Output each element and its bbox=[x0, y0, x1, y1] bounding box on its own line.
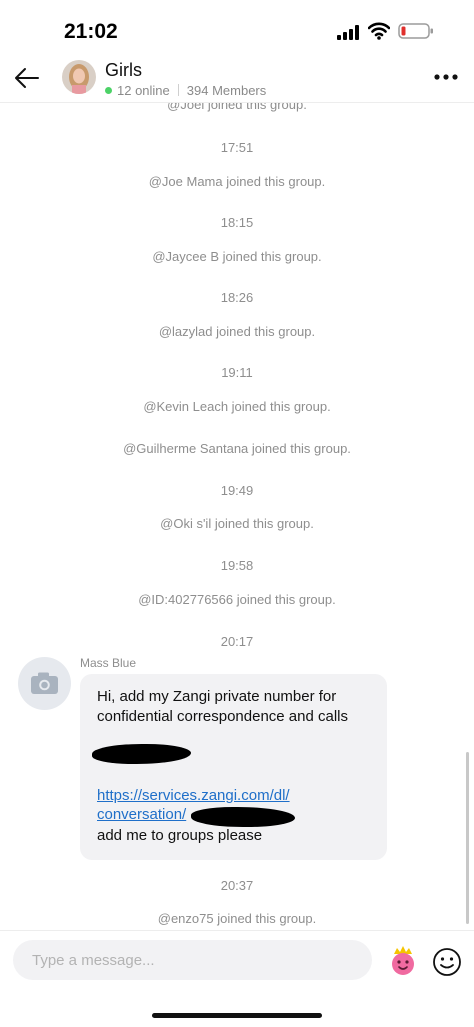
status-bar: 21:02 bbox=[0, 0, 474, 56]
system-message: @Jaycee B joined this group. bbox=[152, 249, 322, 264]
message-text: Hi, add my Zangi private number for conf… bbox=[97, 688, 348, 725]
online-status-dot bbox=[105, 87, 112, 94]
timestamp: 20:17 bbox=[220, 634, 254, 649]
message-text-tail: add me to groups please bbox=[97, 827, 263, 844]
group-avatar[interactable] bbox=[62, 60, 96, 94]
chat-scrollbar[interactable] bbox=[466, 752, 469, 924]
emoji-icon[interactable] bbox=[432, 947, 462, 977]
status-time: 21:02 bbox=[64, 20, 118, 43]
timestamp: 18:26 bbox=[220, 290, 254, 305]
chat-messages[interactable]: @Joel joined this group. 17:51 @Joe Mama… bbox=[0, 102, 474, 930]
camera-icon bbox=[31, 672, 58, 694]
system-message: @Joel joined this group. bbox=[167, 102, 307, 112]
timestamp: 18:15 bbox=[220, 215, 254, 230]
message-composer bbox=[0, 930, 474, 991]
group-title[interactable]: Girls bbox=[105, 60, 142, 81]
meta-divider bbox=[177, 84, 179, 96]
sender-name: Mass Blue bbox=[80, 656, 137, 670]
redaction-mark bbox=[191, 807, 295, 827]
zangi-link-continued[interactable]: conversation/ bbox=[97, 806, 186, 823]
sticker-icon[interactable] bbox=[389, 944, 417, 976]
system-message: @lazylad joined this group. bbox=[158, 324, 316, 339]
system-message: @ID:402776566 joined this group. bbox=[138, 592, 336, 607]
message-input[interactable] bbox=[13, 940, 372, 980]
timestamp: 19:11 bbox=[221, 365, 253, 380]
group-meta: 12 online 394 Members bbox=[105, 83, 266, 98]
sender-avatar[interactable] bbox=[18, 657, 71, 710]
battery-low-icon bbox=[398, 23, 433, 39]
zangi-link[interactable]: https://services.zangi.com/dl/ bbox=[97, 787, 290, 804]
back-arrow-icon[interactable] bbox=[14, 66, 40, 90]
system-message: @Oki s'il joined this group. bbox=[160, 516, 314, 531]
system-message: @Guilherme Santana joined this group. bbox=[123, 441, 351, 456]
chat-header: Girls 12 online 394 Members bbox=[0, 56, 474, 103]
online-count: 12 online bbox=[117, 83, 170, 98]
timestamp: 19:58 bbox=[220, 558, 254, 573]
timestamp: 20:37 bbox=[220, 878, 254, 893]
redaction-mark bbox=[92, 744, 191, 764]
home-indicator[interactable] bbox=[152, 1013, 322, 1018]
system-message: @Kevin Leach joined this group. bbox=[143, 399, 331, 414]
timestamp: 17:51 bbox=[220, 140, 254, 155]
message-bubble[interactable]: Hi, add my Zangi private number for conf… bbox=[80, 674, 387, 860]
system-message: @Joe Mama joined this group. bbox=[148, 174, 326, 189]
system-message: @enzo75 joined this group. bbox=[157, 911, 317, 926]
members-count: 394 Members bbox=[186, 83, 267, 98]
wifi-icon bbox=[368, 22, 390, 40]
cellular-signal-icon bbox=[337, 25, 359, 40]
timestamp: 19:49 bbox=[220, 483, 254, 498]
more-options-icon[interactable] bbox=[434, 73, 458, 81]
